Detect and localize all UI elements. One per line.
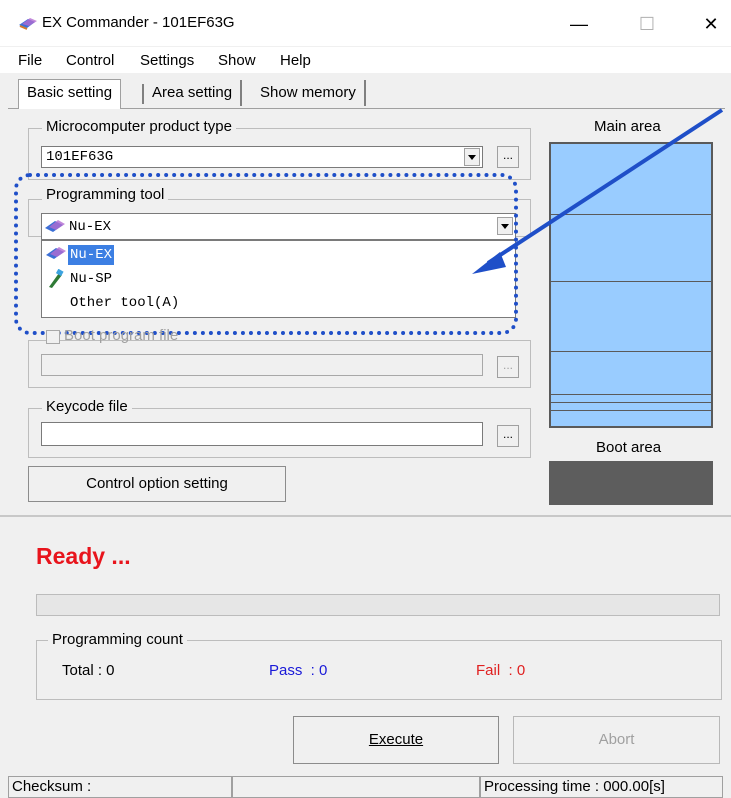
app-icon [18,16,38,30]
product-type-value: 101EF63G [46,149,114,165]
product-type-label: Microcomputer product type [42,118,236,135]
product-type-select[interactable]: 101EF63G [41,146,483,168]
total-count: Total : 0 [62,662,115,679]
memory-divider [551,402,711,403]
memory-divider [551,410,711,411]
menu-file[interactable]: File [18,52,42,69]
status-processing-time: Processing time : 000.00[s] [480,776,723,798]
execute-button-label: Execute [368,731,424,748]
fail-count: Fail : 0 [476,662,526,679]
tab-separator [142,84,144,104]
abort-button[interactable]: Abort [513,716,720,764]
tab-area-setting[interactable]: Area setting [144,80,243,106]
maximize-button[interactable]: ☐ [624,10,670,38]
tab-show-memory[interactable]: Show memory [252,80,366,106]
status-empty [232,776,480,798]
menu-control[interactable]: Control [66,52,114,69]
keycode-browse-button[interactable]: ... [497,425,519,447]
memory-divider [551,351,711,352]
close-button[interactable]: ✕ [688,10,731,38]
abort-button-label: Abort [598,731,635,748]
boot-area-label: Boot area [596,439,662,456]
panel-separator [0,515,731,517]
window-title: EX Commander - 101EF63G [42,14,235,31]
programming-count-group [36,640,722,700]
memory-divider [551,394,711,395]
tab-basic-setting[interactable]: Basic setting [18,79,122,109]
boot-area-map[interactable] [549,461,713,505]
execute-button[interactable]: Execute [293,716,499,764]
programming-count-label: Programming count [48,631,187,648]
callout-highlight [14,173,518,335]
menu-help[interactable]: Help [280,52,311,69]
minimize-button[interactable]: — [556,10,602,38]
progress-bar [36,594,720,616]
status-message: Ready ... [36,543,131,569]
boot-program-browse-button[interactable]: ... [497,356,519,378]
boot-program-label: Boot program file [64,327,179,344]
status-checksum: Checksum : [8,776,232,798]
pass-count: Pass : 0 [269,662,328,679]
menu-settings[interactable]: Settings [140,52,194,69]
callout-arrow-icon [472,108,724,274]
menu-bar: File Control Settings Show Help [0,47,731,73]
control-option-setting-button[interactable]: Control option setting [28,466,286,502]
boot-program-checkbox[interactable] [46,330,60,344]
menu-show[interactable]: Show [218,52,256,69]
keycode-input[interactable] [41,422,483,446]
boot-program-input[interactable] [41,354,483,376]
keycode-label: Keycode file [42,398,132,415]
